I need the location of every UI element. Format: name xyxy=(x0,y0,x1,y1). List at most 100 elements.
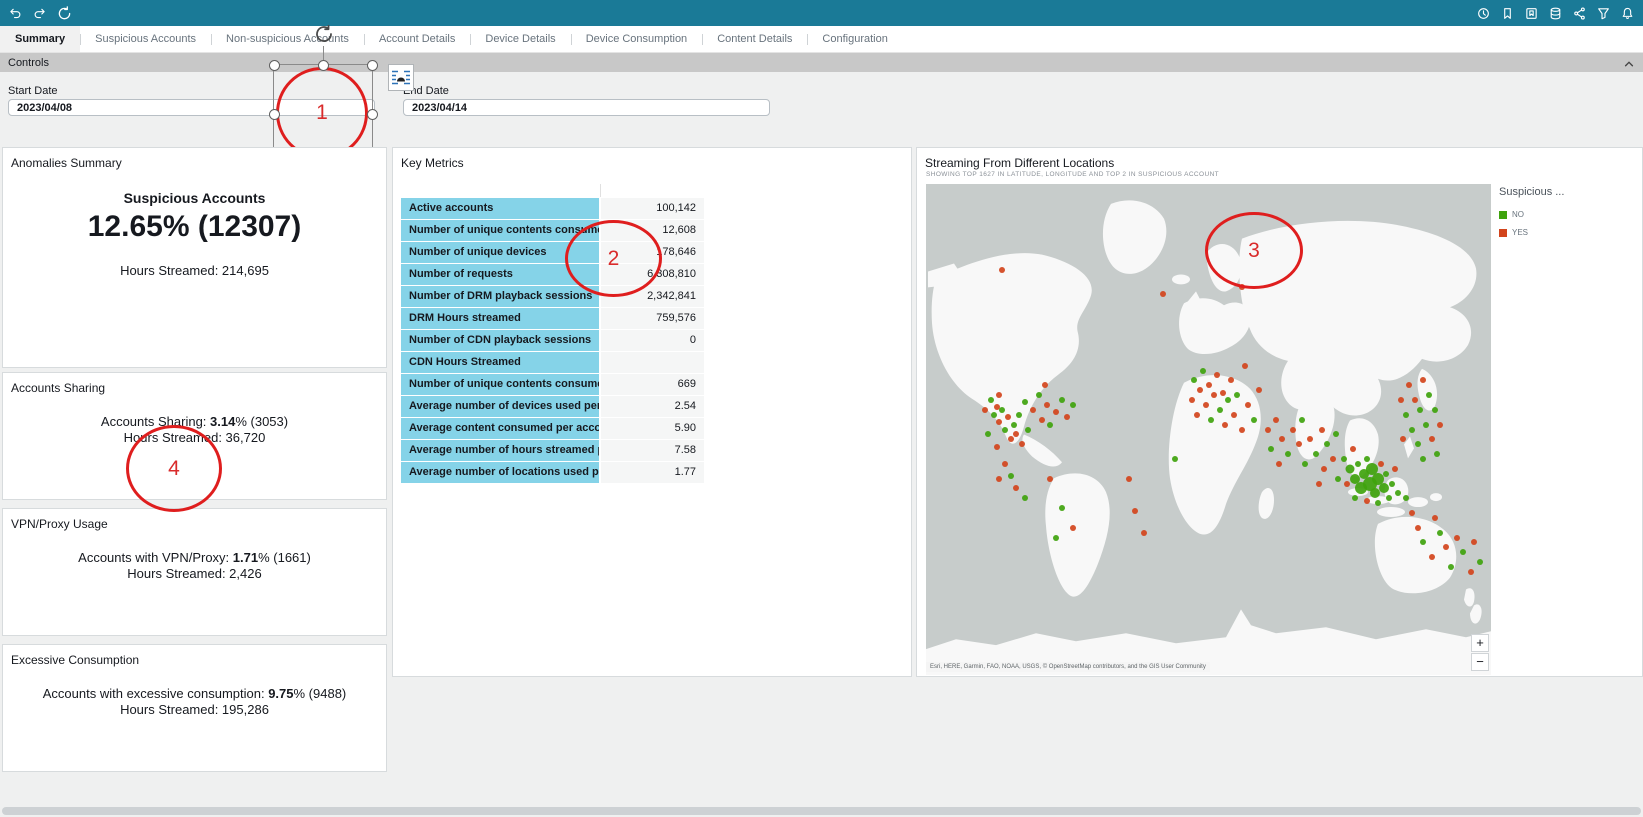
map-point xyxy=(1194,412,1200,418)
resize-handle-w[interactable] xyxy=(269,109,280,120)
panel-title: VPN/Proxy Usage xyxy=(11,517,108,531)
panel-title: Key Metrics xyxy=(401,156,464,170)
annotation-number: 4 xyxy=(168,457,180,481)
chevron-up-icon[interactable] xyxy=(1623,57,1635,69)
map-point xyxy=(1307,436,1313,442)
map-point xyxy=(1417,407,1423,413)
resize-handle-e[interactable] xyxy=(367,109,378,120)
map-point xyxy=(1222,422,1228,428)
bookmark-icon[interactable] xyxy=(1501,7,1514,20)
map-point xyxy=(1432,515,1438,521)
table-header-row xyxy=(401,184,704,197)
map-point xyxy=(1245,402,1251,408)
controls-bar[interactable]: Controls xyxy=(0,53,1643,72)
legend-item-yes[interactable]: YES xyxy=(1499,228,1569,237)
legend-item-no[interactable]: NO xyxy=(1499,210,1569,219)
panel-title: Excessive Consumption xyxy=(11,653,139,667)
tab-account-details[interactable]: Account Details xyxy=(364,26,470,52)
tab-non-suspicious-accounts[interactable]: Non-suspicious Accounts xyxy=(211,26,364,52)
hours-streamed: Hours Streamed: 214,695 xyxy=(3,263,386,278)
map-point xyxy=(1403,412,1409,418)
map-point xyxy=(1333,431,1339,437)
map-point xyxy=(1355,461,1361,467)
share-icon[interactable] xyxy=(1573,7,1586,20)
annotation-circle-3[interactable]: 3 xyxy=(1205,212,1303,289)
map-point xyxy=(1409,427,1415,433)
metric-value: 5.90 xyxy=(601,418,704,439)
resize-handle-n[interactable] xyxy=(318,60,329,71)
map-point xyxy=(1335,476,1341,482)
metric-label: Active accounts xyxy=(401,198,599,219)
bookmark-saved-icon[interactable] xyxy=(1525,7,1538,20)
map-point xyxy=(1285,451,1291,457)
dataset-icon[interactable] xyxy=(1549,7,1562,20)
tab-suspicious-accounts[interactable]: Suspicious Accounts xyxy=(80,26,211,52)
map-point xyxy=(1352,495,1358,501)
map-point xyxy=(1172,456,1178,462)
map-point xyxy=(1330,456,1336,462)
map-point xyxy=(1364,498,1370,504)
end-date-input[interactable] xyxy=(403,99,770,116)
map-point xyxy=(1383,471,1389,477)
map-zoom-in-button[interactable]: + xyxy=(1471,634,1489,652)
map-point xyxy=(1429,554,1435,560)
map-point xyxy=(1392,466,1398,472)
map-point xyxy=(1426,392,1432,398)
tab-device-consumption[interactable]: Device Consumption xyxy=(571,26,703,52)
top-bar xyxy=(0,0,1643,26)
map-point xyxy=(1378,461,1384,467)
annotation-circle-2[interactable]: 2 xyxy=(565,220,662,297)
map-point xyxy=(1022,495,1028,501)
tab-summary[interactable]: Summary xyxy=(0,26,80,52)
metric-row: Number of unique contents consumed ...66… xyxy=(401,374,704,395)
map-point xyxy=(1299,417,1305,423)
map-point xyxy=(1191,377,1197,383)
annotation-circle-4[interactable]: 4 xyxy=(126,425,222,512)
map-point xyxy=(1409,510,1415,516)
tab-content-details[interactable]: Content Details xyxy=(702,26,807,52)
resize-handle-nw[interactable] xyxy=(269,60,280,71)
notifications-icon[interactable] xyxy=(1621,7,1634,20)
map-point xyxy=(1344,481,1350,487)
filter-icon[interactable] xyxy=(1597,7,1610,20)
map-point xyxy=(1302,461,1308,467)
map-point xyxy=(1400,436,1406,442)
map-point xyxy=(1251,417,1257,423)
map-point xyxy=(1386,495,1392,501)
history-icon[interactable] xyxy=(1477,7,1490,20)
undo-icon[interactable] xyxy=(9,7,22,20)
annotation-tool-icon[interactable] xyxy=(388,64,414,91)
metric-row: Number of unique contents consumed12,608 xyxy=(401,220,704,241)
metric-row: Number of CDN playback sessions0 xyxy=(401,330,704,351)
reset-icon[interactable] xyxy=(57,6,72,21)
tab-device-details[interactable]: Device Details xyxy=(470,26,570,52)
map-point xyxy=(1296,441,1302,447)
annotation-circle-1[interactable]: 1 xyxy=(276,67,368,159)
metric-value: 669 xyxy=(601,374,704,395)
map-point xyxy=(1197,387,1203,393)
map-point xyxy=(1443,544,1449,550)
metric-row: Average number of devices used per ...2.… xyxy=(401,396,704,417)
redo-icon[interactable] xyxy=(33,7,46,20)
map-point xyxy=(1225,397,1231,403)
metric-value: 759,576 xyxy=(601,308,704,329)
map-point xyxy=(1160,291,1166,297)
metric-label: Average content consumed per account xyxy=(401,418,599,439)
rotate-handle-icon[interactable] xyxy=(313,23,335,45)
map-point xyxy=(1468,569,1474,575)
map-point xyxy=(1437,530,1443,536)
metric-row: Average content consumed per account5.90 xyxy=(401,418,704,439)
metric-value: 100,142 xyxy=(601,198,704,219)
annotation-number: 3 xyxy=(1248,239,1260,263)
map-point xyxy=(1206,382,1212,388)
map-zoom-out-button[interactable]: − xyxy=(1471,653,1489,671)
resize-handle-ne[interactable] xyxy=(367,60,378,71)
map-point xyxy=(1208,417,1214,423)
tab-configuration[interactable]: Configuration xyxy=(807,26,902,52)
map-point xyxy=(1203,402,1209,408)
metric-row: Active accounts100,142 xyxy=(401,198,704,219)
map-point xyxy=(1005,414,1011,420)
map-point xyxy=(1214,372,1220,378)
horizontal-scrollbar[interactable] xyxy=(2,807,1641,815)
map-point xyxy=(1036,392,1042,398)
